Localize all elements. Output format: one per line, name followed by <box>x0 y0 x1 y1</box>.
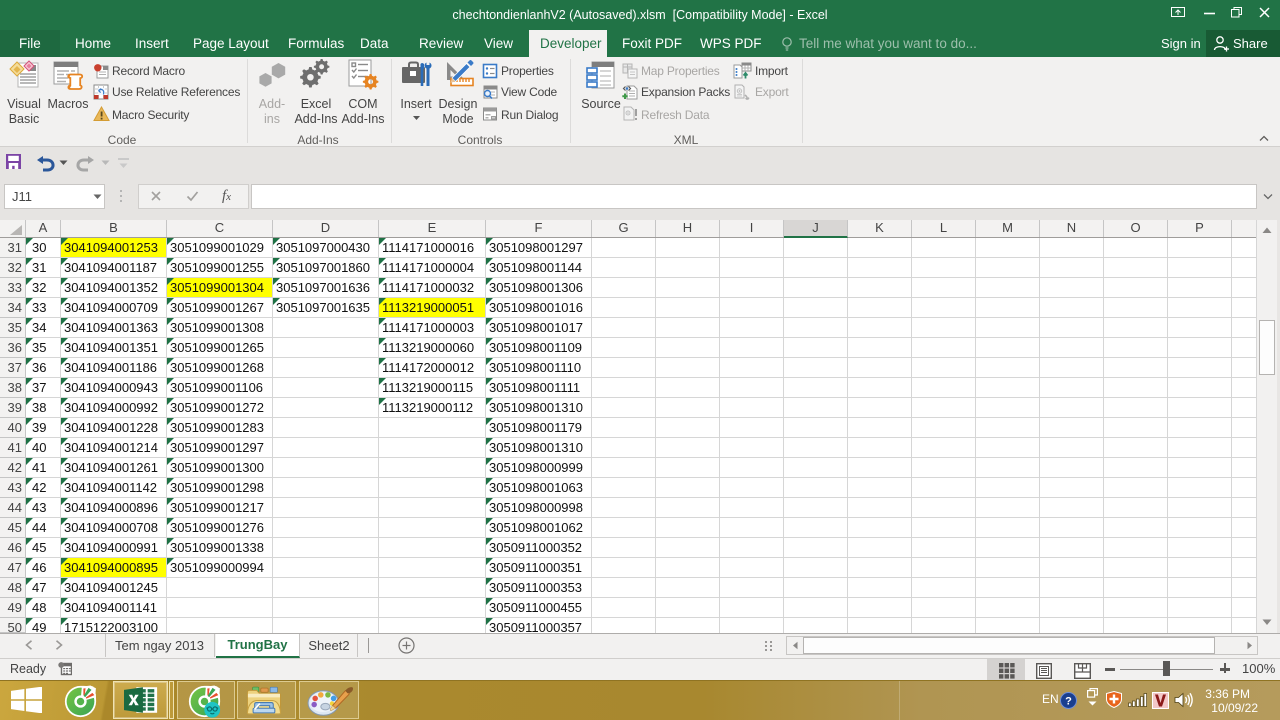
svg-text:?: ? <box>1065 696 1072 708</box>
